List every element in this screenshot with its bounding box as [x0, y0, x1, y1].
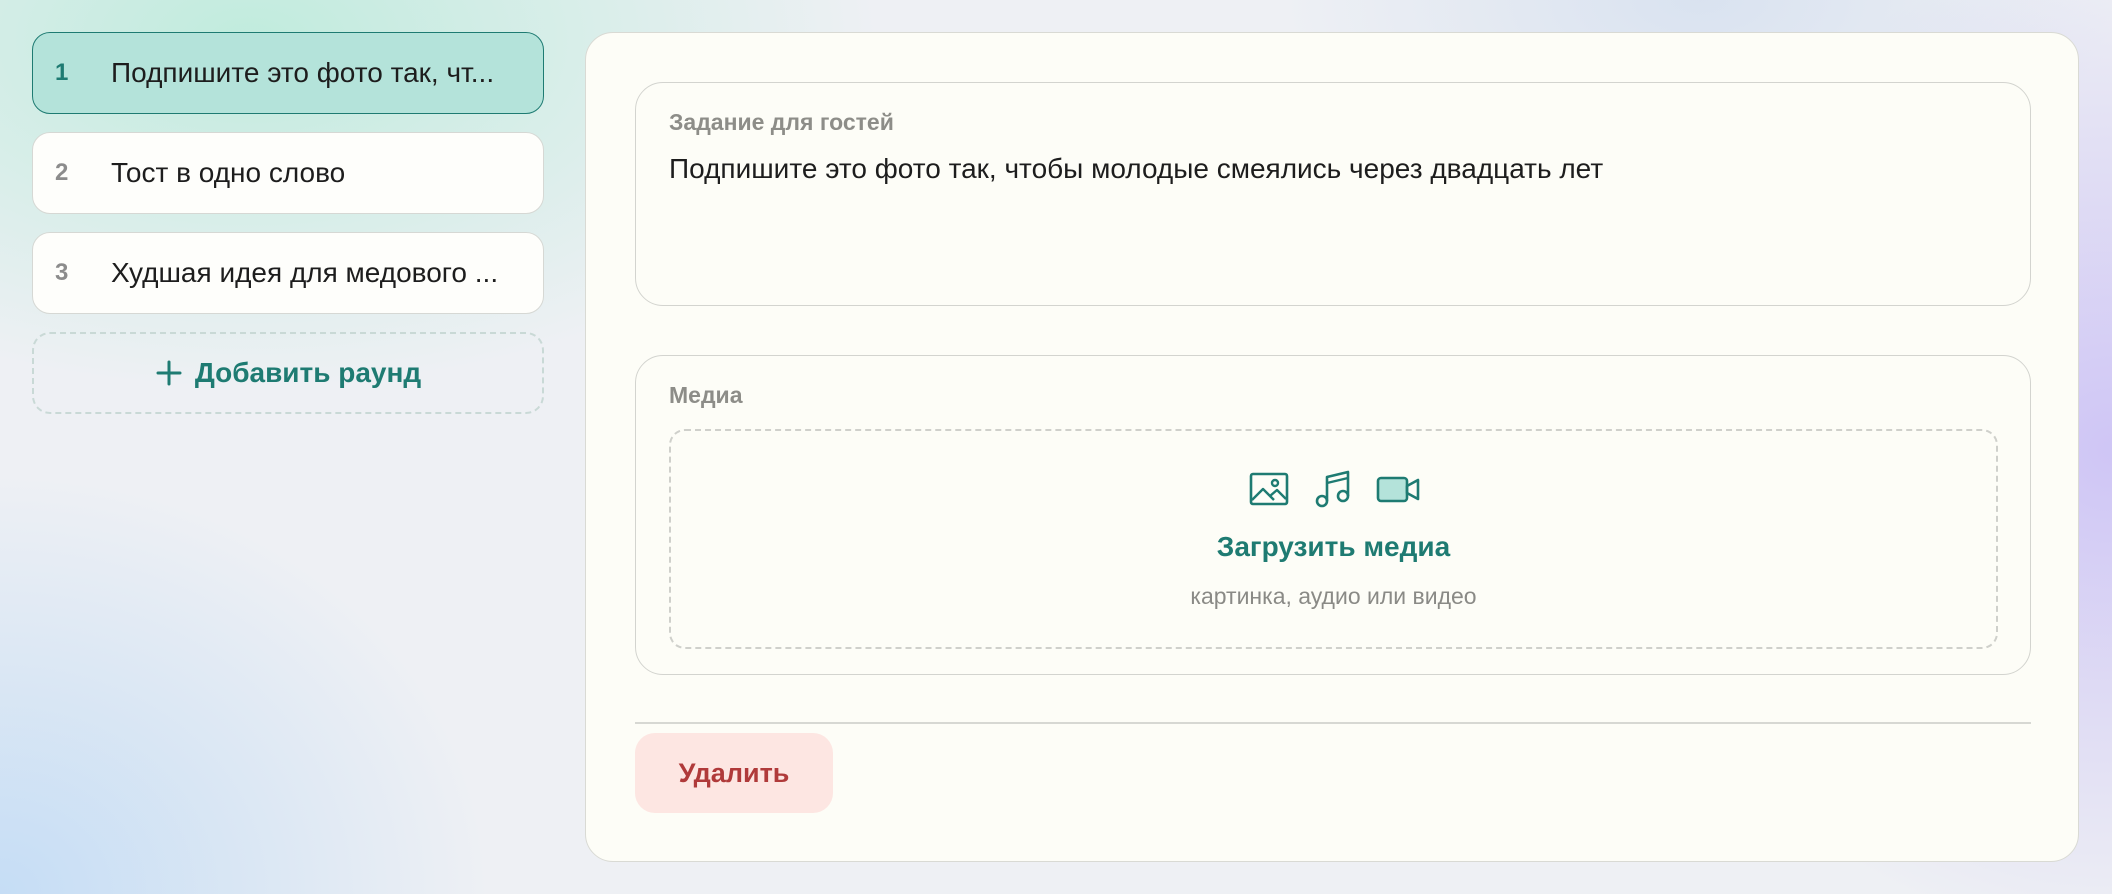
round-item-3[interactable]: 3 Худшая идея для медового ... [32, 232, 544, 314]
round-item-2[interactable]: 2 Тост в одно слово [32, 132, 544, 214]
upload-media-subtitle: картинка, аудио или видео [1190, 583, 1477, 609]
round-item-1[interactable]: 1 Подпишите это фото так, чт... [32, 32, 544, 114]
rounds-sidebar: 1 Подпишите это фото так, чт... 2 Тост в… [32, 32, 544, 414]
round-title: Худшая идея для медового ... [111, 257, 499, 288]
video-icon [1376, 476, 1419, 503]
add-round-button[interactable]: Добавить раунд [32, 332, 544, 414]
upload-media-title: Загрузить медиа [1216, 531, 1451, 562]
round-editor-panel: Задание для гостей Подпишите это фото та… [585, 32, 2079, 862]
round-number: 1 [55, 59, 69, 86]
media-card: Медиа Загрузить медиа картинка, аудио ил… [635, 355, 2031, 675]
image-icon [1249, 472, 1288, 506]
task-card[interactable]: Задание для гостей Подпишите это фото та… [635, 82, 2031, 306]
music-icon [1315, 470, 1349, 508]
divider [635, 722, 2031, 724]
delete-round-button[interactable]: Удалить [635, 733, 833, 813]
task-label: Задание для гостей [669, 109, 894, 135]
media-label: Медиа [669, 382, 743, 408]
round-number: 2 [55, 159, 69, 186]
round-title: Тост в одно слово [111, 157, 346, 188]
media-dropzone[interactable]: Загрузить медиа картинка, аудио или виде… [669, 429, 1998, 649]
media-icons [671, 469, 1996, 509]
plus-icon [156, 360, 182, 386]
round-number: 3 [55, 259, 69, 286]
add-round-label: Добавить раунд [194, 357, 422, 388]
task-textarea[interactable]: Подпишите это фото так, чтобы молодые см… [669, 153, 1997, 185]
round-title: Подпишите это фото так, чт... [111, 57, 495, 88]
